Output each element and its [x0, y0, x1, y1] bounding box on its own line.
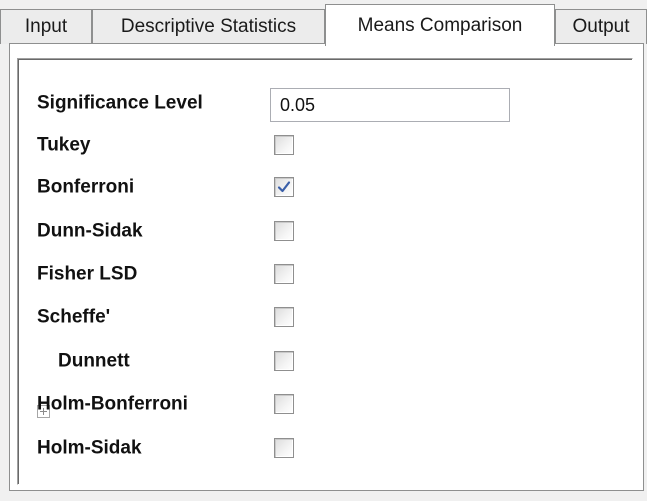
- tab-input[interactable]: Input: [0, 9, 92, 44]
- scheffe-label: Scheffe': [37, 306, 111, 328]
- bonferroni-checkbox[interactable]: [274, 177, 294, 197]
- options-group: Significance Level Tukey Bonferroni Dunn…: [17, 58, 633, 485]
- dunn-sidak-checkbox[interactable]: [274, 221, 294, 241]
- tab-panel: Significance Level Tukey Bonferroni Dunn…: [9, 43, 644, 491]
- dunnett-label: Dunnett: [58, 350, 130, 372]
- tab-strip: Input Descriptive Statistics Means Compa…: [0, 0, 647, 46]
- tab-descriptive-statistics-label: Descriptive Statistics: [120, 16, 297, 37]
- tukey-checkbox[interactable]: [274, 135, 294, 155]
- holm-sidak-label: Holm-Sidak: [37, 437, 142, 459]
- bonferroni-label: Bonferroni: [37, 176, 135, 198]
- dunnett-checkbox[interactable]: [274, 351, 294, 371]
- tab-means-comparison-label: Means Comparison: [357, 14, 523, 36]
- checkmark-icon: [277, 181, 291, 193]
- significance-level-label: Significance Level: [37, 92, 203, 114]
- tab-input-label: Input: [24, 16, 68, 37]
- tab-output-label: Output: [572, 16, 630, 37]
- fisher-lsd-checkbox[interactable]: [274, 264, 294, 284]
- dunn-sidak-label: Dunn-Sidak: [37, 220, 143, 242]
- fisher-lsd-label: Fisher LSD: [37, 263, 138, 285]
- holm-sidak-checkbox[interactable]: [274, 438, 294, 458]
- significance-level-input[interactable]: [270, 88, 510, 122]
- tab-descriptive-statistics[interactable]: Descriptive Statistics: [92, 9, 325, 44]
- tab-output[interactable]: Output: [555, 9, 647, 44]
- tukey-label: Tukey: [37, 134, 91, 156]
- tab-means-comparison[interactable]: Means Comparison: [325, 4, 555, 46]
- holm-bonferroni-checkbox[interactable]: [274, 394, 294, 414]
- scheffe-checkbox[interactable]: [274, 307, 294, 327]
- holm-bonferroni-label: Holm-Bonferroni: [37, 393, 188, 415]
